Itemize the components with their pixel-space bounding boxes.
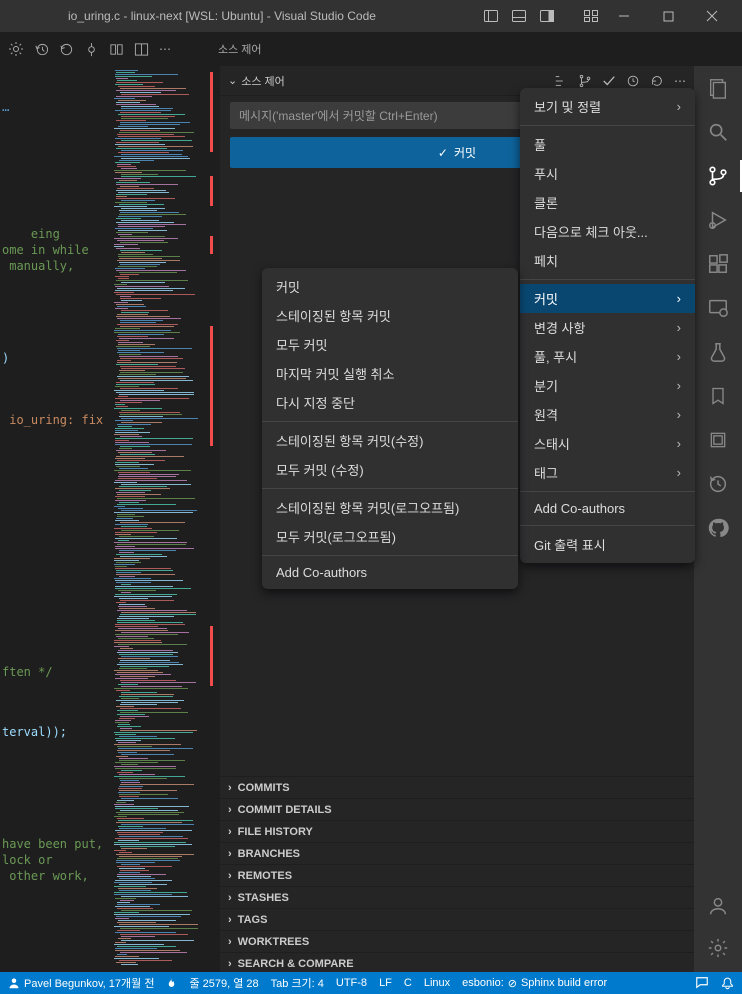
run-debug-icon[interactable]	[706, 208, 730, 232]
scm-header-label: 소스 제어	[241, 73, 285, 89]
refresh-icon[interactable]	[626, 74, 640, 88]
git-commit-circle-icon[interactable]	[84, 42, 99, 57]
menu-stash-sub[interactable]: 스태시›	[520, 429, 695, 458]
section-branches[interactable]: ›BRANCHES	[220, 842, 694, 864]
check-icon[interactable]	[602, 74, 616, 88]
tree-icon[interactable]	[554, 74, 568, 88]
status-flame[interactable]	[166, 977, 177, 990]
status-eol[interactable]: LF	[379, 977, 392, 989]
menu-git-output[interactable]: Git 출력 표시	[520, 530, 695, 559]
book-icon[interactable]	[109, 42, 124, 57]
branch-icon[interactable]	[578, 74, 592, 88]
menu-add-coauthors[interactable]: Add Co-authors	[520, 496, 695, 521]
title-bar: io_uring.c - linux-next [WSL: Ubuntu] - …	[0, 0, 742, 32]
status-encoding[interactable]: UTF-8	[336, 977, 367, 989]
check-icon: ✓	[438, 146, 448, 160]
split-editor-icon[interactable]	[134, 42, 149, 57]
panel-left-icon[interactable]	[480, 5, 502, 27]
menu-clone[interactable]: 클론	[520, 188, 695, 217]
customize-layout-icon[interactable]	[580, 5, 602, 27]
chevron-down-icon: ⌄	[228, 74, 237, 87]
testing-icon[interactable]	[706, 340, 730, 364]
activity-bar	[694, 66, 742, 974]
remote-explorer-icon[interactable]	[706, 296, 730, 320]
menu-fetch[interactable]: 페치	[520, 246, 695, 275]
section-worktrees[interactable]: ›WORKTREES	[220, 930, 694, 952]
gear-icon[interactable]	[8, 41, 24, 57]
submenu-commit[interactable]: 커밋	[262, 272, 518, 301]
search-icon[interactable]	[706, 120, 730, 144]
submenu-commit-all-amend[interactable]: 모두 커밋 (수정)	[262, 455, 518, 484]
section-stashes[interactable]: ›STASHES	[220, 886, 694, 908]
menu-checkout[interactable]: 다음으로 체크 아웃...	[520, 217, 695, 246]
section-commits[interactable]: ›COMMITS	[220, 776, 694, 798]
close-window-button[interactable]	[690, 0, 734, 32]
scm-more-menu: 보기 및 정렬› 풀 푸시 클론 다음으로 체크 아웃... 페치 커밋› 변경…	[520, 88, 695, 563]
bell-icon[interactable]	[721, 976, 734, 990]
status-bar: Pavel Begunkov, 17개월 전 줄 2579, 열 28 Tab …	[0, 972, 742, 994]
window-title: io_uring.c - linux-next [WSL: Ubuntu] - …	[8, 9, 480, 23]
submenu-add-coauthors[interactable]: Add Co-authors	[262, 560, 518, 585]
rectangle-icon[interactable]	[706, 428, 730, 452]
menu-branch-sub[interactable]: 분기›	[520, 371, 695, 400]
menu-tag-sub[interactable]: 태그›	[520, 458, 695, 487]
status-line-col[interactable]: 줄 2579, 열 28	[189, 975, 258, 991]
submenu-abort-rebase[interactable]: 다시 지정 중단	[262, 388, 518, 417]
menu-push[interactable]: 푸시	[520, 159, 695, 188]
submenu-commit-staged-amend[interactable]: 스테이징된 항목 커밋(수정)	[262, 426, 518, 455]
history-nav-icon[interactable]	[706, 472, 730, 496]
more-actions-icon[interactable]: ⋯	[159, 42, 171, 56]
editor-sliver[interactable]: ⋯ eing ome in while manually, ) io_uring…	[0, 66, 110, 974]
section-tags[interactable]: ›TAGS	[220, 908, 694, 930]
submenu-commit-staged-signoff[interactable]: 스테이징된 항목 커밋(로그오프됨)	[262, 493, 518, 522]
section-file-history[interactable]: ›FILE HISTORY	[220, 820, 694, 842]
error-icon: ⊘	[508, 977, 517, 990]
menu-remote-sub[interactable]: 원격›	[520, 400, 695, 429]
extensions-icon[interactable]	[706, 252, 730, 276]
gitlens-sections: ›COMMITS ›COMMIT DETAILS ›FILE HISTORY ›…	[220, 776, 694, 974]
submenu-commit-staged[interactable]: 스테이징된 항목 커밋	[262, 301, 518, 330]
panel-bottom-icon[interactable]	[508, 5, 530, 27]
source-control-icon[interactable]	[706, 164, 730, 188]
menu-pull[interactable]: 풀	[520, 130, 695, 159]
section-remotes[interactable]: ›REMOTES	[220, 864, 694, 886]
status-os[interactable]: Linux	[424, 977, 450, 989]
feedback-icon[interactable]	[695, 976, 709, 990]
account-icon[interactable]	[706, 894, 730, 918]
submenu-commit-all[interactable]: 모두 커밋	[262, 330, 518, 359]
commit-button-label: 커밋	[454, 144, 476, 161]
status-esbonio[interactable]: esbonio: ⊘ Sphinx build error	[462, 977, 607, 990]
status-author[interactable]: Pavel Begunkov, 17개월 전	[8, 975, 154, 991]
minimize-button[interactable]	[602, 0, 646, 32]
menu-commit-sub[interactable]: 커밋›	[520, 284, 695, 313]
undo-icon[interactable]	[650, 74, 664, 88]
status-lang[interactable]: C	[404, 977, 412, 989]
menu-pullpush-sub[interactable]: 풀, 푸시›	[520, 342, 695, 371]
minimap[interactable]: /* placeholder for minimap, drawn with d…	[110, 66, 220, 974]
history-icon[interactable]	[34, 42, 49, 57]
panel-right-icon[interactable]	[536, 5, 558, 27]
person-icon	[8, 977, 20, 989]
submenu-commit-all-signoff[interactable]: 모두 커밋(로그오프됨)	[262, 522, 518, 551]
submenu-undo-last[interactable]: 마지막 커밋 실행 취소	[262, 359, 518, 388]
discard-icon[interactable]	[59, 42, 74, 57]
status-tab-size[interactable]: Tab 크기: 4	[271, 975, 324, 991]
explorer-icon[interactable]	[706, 76, 730, 100]
editor-toolbar: ⋯ 소스 제어	[0, 32, 742, 66]
more-icon[interactable]: ⋯	[674, 74, 686, 88]
menu-view-sort[interactable]: 보기 및 정렬›	[520, 92, 695, 121]
menu-changes-sub[interactable]: 변경 사항›	[520, 313, 695, 342]
maximize-button[interactable]	[646, 0, 690, 32]
section-search-compare[interactable]: ›SEARCH & COMPARE	[220, 952, 694, 974]
settings-gear-icon[interactable]	[706, 936, 730, 960]
section-commit-details[interactable]: ›COMMIT DETAILS	[220, 798, 694, 820]
commit-submenu: 커밋 스테이징된 항목 커밋 모두 커밋 마지막 커밋 실행 취소 다시 지정 …	[262, 268, 518, 589]
bookmark-icon[interactable]	[706, 384, 730, 408]
flame-icon	[166, 977, 177, 990]
title-layout-icons	[480, 5, 602, 27]
scm-title: 소스 제어	[208, 41, 262, 57]
github-icon[interactable]	[706, 516, 730, 540]
